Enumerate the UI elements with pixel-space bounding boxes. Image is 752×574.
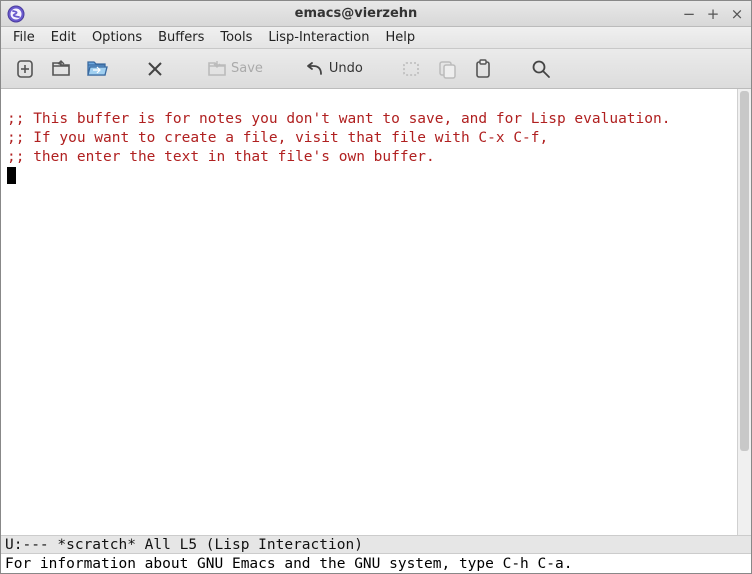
copy-button[interactable] xyxy=(433,55,461,83)
close-icon[interactable] xyxy=(141,55,169,83)
minibuffer-text: For information about GNU Emacs and the … xyxy=(5,556,572,572)
open-folder-button[interactable] xyxy=(83,55,111,83)
save-label: Save xyxy=(231,61,263,76)
window-title: emacs@vierzehn xyxy=(31,6,681,21)
buffer-line: ;; If you want to create a file, visit t… xyxy=(7,130,548,146)
menu-lisp-interaction[interactable]: Lisp-Interaction xyxy=(262,28,375,47)
mode-line: U:--- *scratch* All L5 (Lisp Interaction… xyxy=(1,535,751,554)
buffer-line: ;; then enter the text in that file's ow… xyxy=(7,149,435,165)
minimize-button[interactable]: − xyxy=(681,5,697,23)
close-button[interactable]: × xyxy=(729,5,745,23)
save-icon xyxy=(203,55,231,83)
editor-area: ;; This buffer is for notes you don't wa… xyxy=(1,89,751,535)
titlebar: emacs@vierzehn − + × xyxy=(1,1,751,27)
menu-edit[interactable]: Edit xyxy=(45,28,82,47)
menu-help[interactable]: Help xyxy=(380,28,422,47)
save-button[interactable]: Save xyxy=(199,53,267,85)
minibuffer[interactable]: For information about GNU Emacs and the … xyxy=(1,554,751,573)
search-button[interactable] xyxy=(527,55,555,83)
vertical-scrollbar[interactable] xyxy=(737,89,751,535)
text-buffer[interactable]: ;; This buffer is for notes you don't wa… xyxy=(1,89,737,535)
toolbar: Save Undo xyxy=(1,49,751,89)
window-controls: − + × xyxy=(681,5,745,23)
undo-label: Undo xyxy=(329,61,363,76)
menu-buffers[interactable]: Buffers xyxy=(152,28,210,47)
undo-button[interactable]: Undo xyxy=(297,53,367,85)
menu-options[interactable]: Options xyxy=(86,28,148,47)
undo-icon xyxy=(301,55,329,83)
buffer-line: ;; This buffer is for notes you don't wa… xyxy=(7,111,670,127)
menu-file[interactable]: File xyxy=(7,28,41,47)
paste-button[interactable] xyxy=(469,55,497,83)
menubar: File Edit Options Buffers Tools Lisp-Int… xyxy=(1,27,751,49)
new-file-button[interactable] xyxy=(11,55,39,83)
maximize-button[interactable]: + xyxy=(705,5,721,23)
mode-line-text: U:--- *scratch* All L5 (Lisp Interaction… xyxy=(5,537,363,553)
cut-button[interactable] xyxy=(397,55,425,83)
scrollbar-thumb[interactable] xyxy=(740,91,749,451)
emacs-app-icon xyxy=(7,5,25,23)
open-file-button[interactable] xyxy=(47,55,75,83)
text-cursor xyxy=(7,167,16,184)
menu-tools[interactable]: Tools xyxy=(214,28,258,47)
